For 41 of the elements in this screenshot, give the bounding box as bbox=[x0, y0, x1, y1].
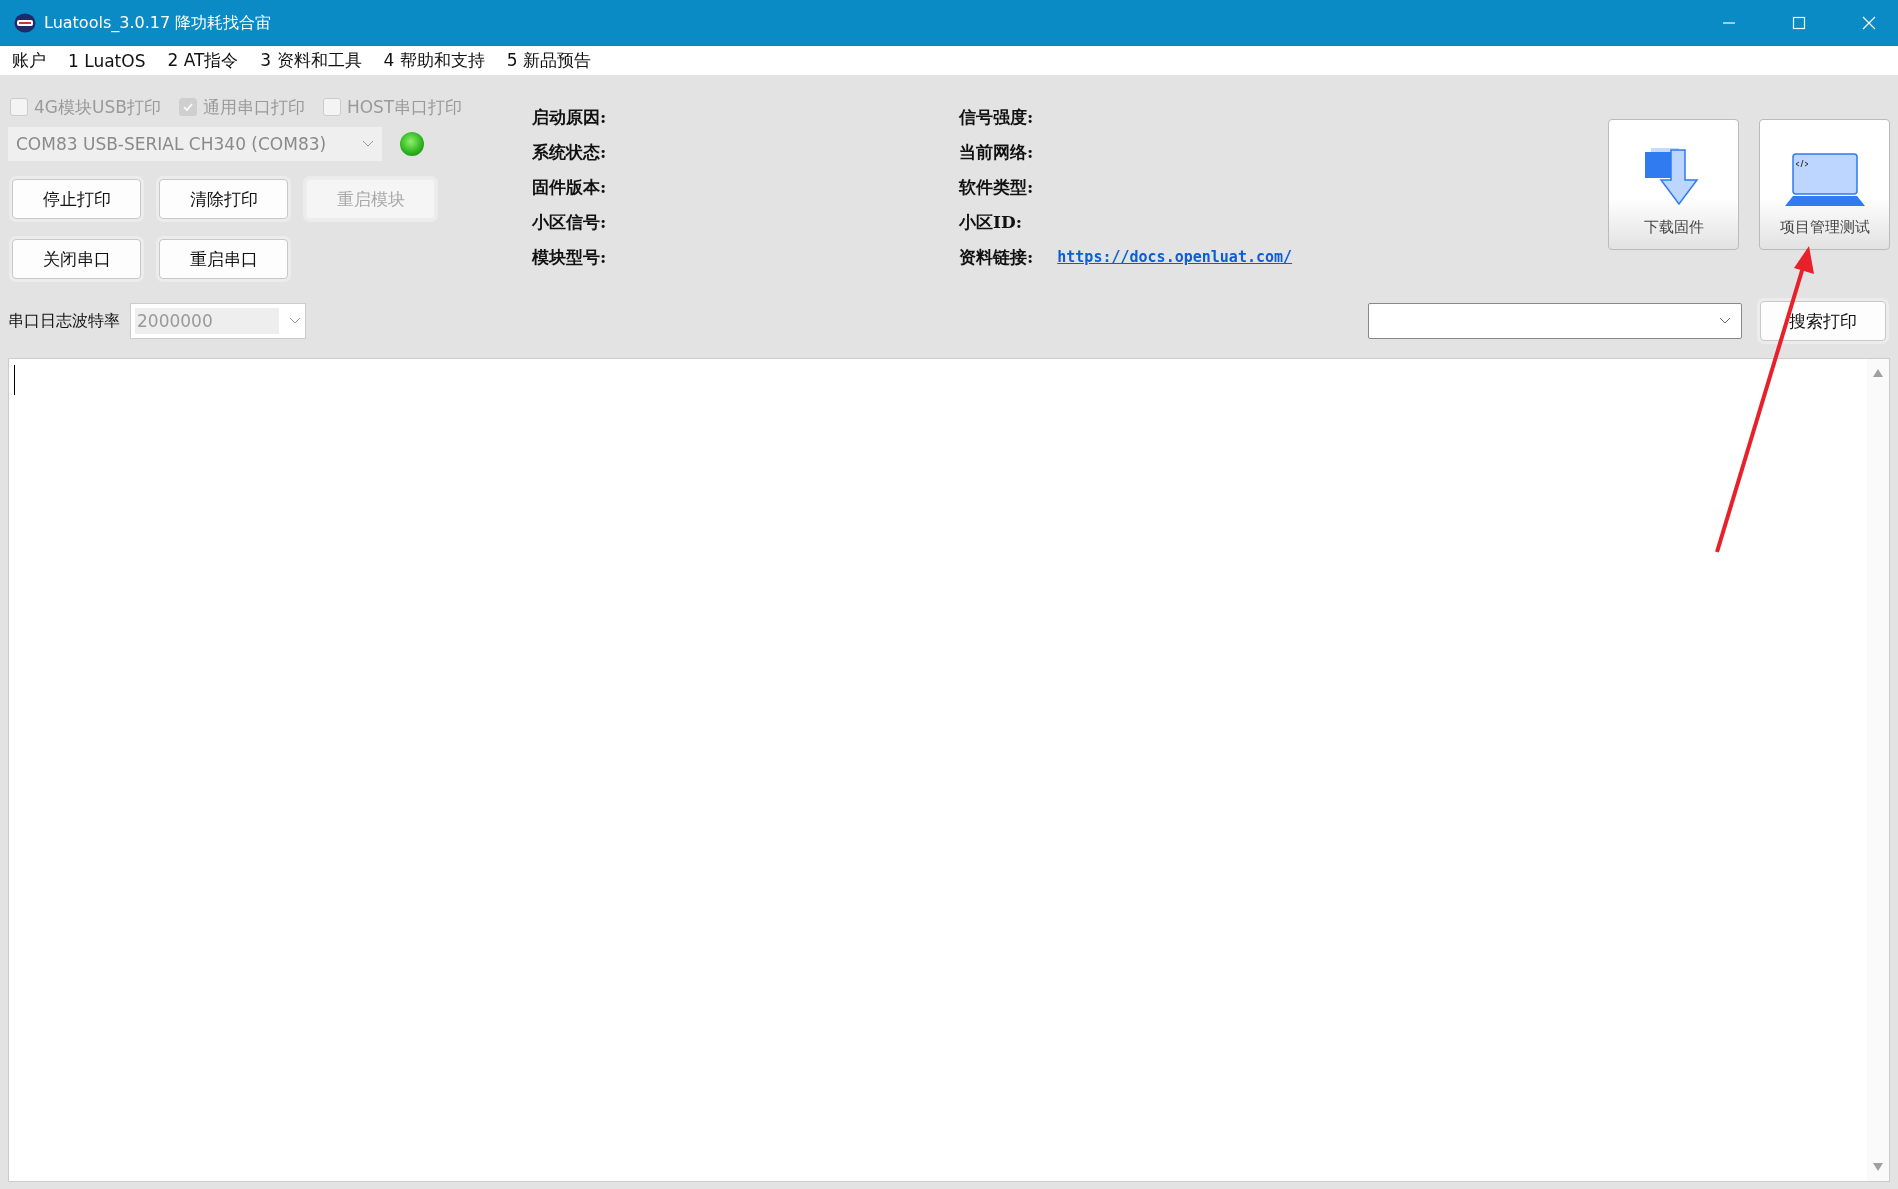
checkbox-label: HOST串口打印 bbox=[346, 95, 463, 119]
search-dropdown[interactable] bbox=[1368, 303, 1742, 339]
menu-item[interactable]: 账户 bbox=[12, 49, 46, 72]
scroll-down-icon[interactable] bbox=[1873, 1163, 1883, 1171]
app-logo-icon bbox=[14, 13, 36, 33]
info-label: 资料链接: bbox=[959, 247, 1034, 267]
text-cursor bbox=[14, 365, 15, 395]
info-label: 信号强度: bbox=[959, 107, 1034, 127]
checkmark-icon bbox=[181, 101, 194, 113]
info-label: 软件类型: bbox=[959, 177, 1034, 197]
tool-button[interactable]: 下载固件 bbox=[1608, 119, 1739, 250]
info-label: 小区ID: bbox=[959, 212, 1022, 232]
search-print-button[interactable]: 搜索打印 bbox=[1760, 301, 1886, 341]
checkbox-label: 4G模块USB打印 bbox=[34, 95, 161, 119]
window-title: Luatools_3.0.17 降功耗找合宙 bbox=[44, 12, 272, 34]
action-button[interactable]: 停止打印 bbox=[12, 179, 141, 219]
info-label: 启动原因: bbox=[532, 107, 608, 127]
docs-link[interactable]: https://docs.openluat.com/ bbox=[1057, 248, 1293, 266]
action-button[interactable]: 关闭串口 bbox=[12, 239, 141, 279]
chevron-down-icon[interactable] bbox=[289, 317, 301, 325]
scroll-up-icon[interactable] bbox=[1873, 369, 1883, 377]
chevron-down-icon[interactable] bbox=[1719, 317, 1731, 325]
menu-item[interactable]: 2 AT指令 bbox=[167, 49, 239, 72]
info-label: 固件版本: bbox=[532, 177, 608, 197]
baud-rate-label: 串口日志波特率 bbox=[8, 310, 120, 332]
info-label: 当前网络: bbox=[959, 142, 1034, 162]
maximize-icon[interactable] bbox=[1792, 16, 1806, 30]
tool-button[interactable]: 项目管理测试 bbox=[1759, 119, 1890, 250]
info-label: 小区信号: bbox=[532, 212, 608, 232]
menu-item[interactable]: 1 LuatOS bbox=[68, 50, 146, 71]
chevron-down-icon[interactable] bbox=[362, 140, 374, 148]
action-button[interactable]: 重启串口 bbox=[159, 239, 288, 279]
checkbox-label: 通用串口打印 bbox=[202, 95, 305, 119]
close-icon[interactable] bbox=[1862, 16, 1876, 30]
scrollbar[interactable] bbox=[1867, 359, 1889, 1181]
action-button[interactable]: 清除打印 bbox=[159, 179, 288, 219]
menu-item[interactable]: 3 资料和工具 bbox=[260, 49, 362, 72]
info-label: 系统状态: bbox=[532, 142, 608, 162]
menu-item[interactable]: 4 帮助和支持 bbox=[383, 49, 485, 72]
menu-item[interactable]: 5 新品预告 bbox=[506, 49, 592, 72]
info-label: 模块型号: bbox=[532, 247, 608, 267]
